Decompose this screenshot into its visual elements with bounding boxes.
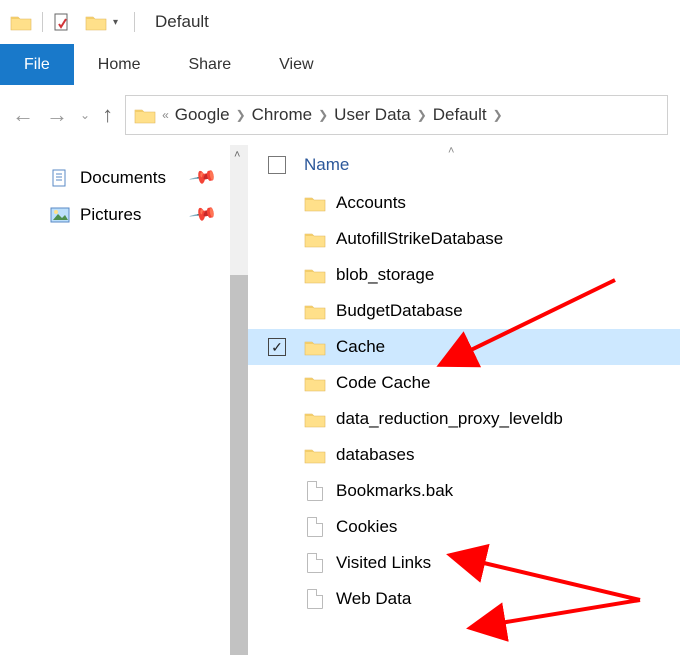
chevron-right-icon[interactable]: ❯ <box>493 108 503 122</box>
scroll-up-icon[interactable]: ˄ <box>234 149 240 161</box>
file-icon <box>304 589 326 609</box>
up-icon[interactable]: ↑ <box>102 102 113 128</box>
folder-icon <box>304 266 326 284</box>
main-area: Documents 📌 Pictures 📌 ˄ Name ˄ Accounts… <box>0 145 680 651</box>
file-row[interactable]: Cookies <box>248 509 680 545</box>
pictures-icon <box>50 206 70 224</box>
folder-icon <box>304 302 326 320</box>
folder-icon <box>134 106 156 124</box>
sidebar-item-label: Documents <box>80 168 166 188</box>
column-header-row: Name ˄ <box>248 145 680 185</box>
file-row[interactable]: Bookmarks.bak <box>248 473 680 509</box>
chevron-right-icon[interactable]: ❯ <box>417 108 427 122</box>
documents-icon <box>50 169 70 187</box>
select-all-checkbox[interactable] <box>268 156 286 174</box>
pin-icon[interactable]: 📌 <box>188 162 218 192</box>
folder-icon <box>304 338 326 356</box>
folder-icon <box>304 230 326 248</box>
sidebar-item-label: Pictures <box>80 205 141 225</box>
breadcrumb[interactable]: User Data <box>334 105 411 125</box>
tab-file[interactable]: File <box>0 44 74 85</box>
file-name: databases <box>336 445 414 465</box>
chevron-right-icon[interactable]: « <box>162 108 169 122</box>
address-bar[interactable]: « Google ❯ Chrome ❯ User Data ❯ Default … <box>125 95 668 135</box>
sidebar-item-pictures[interactable]: Pictures 📌 <box>0 196 230 233</box>
folder-icon[interactable] <box>85 13 107 31</box>
folder-icon <box>10 13 32 31</box>
pin-icon[interactable]: 📌 <box>188 199 218 229</box>
chevron-right-icon[interactable]: ❯ <box>236 108 246 122</box>
back-icon[interactable]: ← <box>12 102 34 128</box>
file-name: data_reduction_proxy_leveldb <box>336 409 563 429</box>
file-name: Web Data <box>336 589 411 609</box>
chevron-down-icon[interactable]: ▾ <box>113 17 118 28</box>
folder-icon <box>304 374 326 392</box>
file-row[interactable]: Cache <box>248 329 680 365</box>
sidebar-scrollbar[interactable]: ˄ <box>230 145 248 651</box>
recent-locations-icon[interactable]: ⌄ <box>80 108 90 122</box>
tab-home[interactable]: Home <box>74 44 165 85</box>
properties-icon[interactable] <box>53 13 71 31</box>
file-name: AutofillStrikeDatabase <box>336 229 503 249</box>
file-icon <box>304 553 326 573</box>
folder-icon <box>304 194 326 212</box>
folder-icon <box>304 446 326 464</box>
file-row[interactable]: databases <box>248 437 680 473</box>
file-row[interactable]: AutofillStrikeDatabase <box>248 221 680 257</box>
file-name: Accounts <box>336 193 406 213</box>
file-name: blob_storage <box>336 265 434 285</box>
file-row[interactable]: data_reduction_proxy_leveldb <box>248 401 680 437</box>
navigation-pane: Documents 📌 Pictures 📌 <box>0 145 230 651</box>
file-listing: Name ˄ Accounts AutofillStrikeDatabase blo… <box>248 145 680 651</box>
tab-view[interactable]: View <box>255 44 337 85</box>
separator <box>134 12 135 32</box>
breadcrumb[interactable]: Default <box>433 105 487 125</box>
ribbon-tabs: File Home Share View <box>0 44 680 85</box>
scrollbar-thumb[interactable] <box>230 275 248 655</box>
file-row[interactable]: blob_storage <box>248 257 680 293</box>
file-row[interactable]: Accounts <box>248 185 680 221</box>
tab-share[interactable]: Share <box>164 44 255 85</box>
breadcrumb[interactable]: Google <box>175 105 230 125</box>
file-name: Bookmarks.bak <box>336 481 453 501</box>
file-name: Cache <box>336 337 385 357</box>
folder-icon <box>304 410 326 428</box>
sidebar-item-documents[interactable]: Documents 📌 <box>0 159 230 196</box>
row-checkbox[interactable] <box>268 338 286 356</box>
file-name: BudgetDatabase <box>336 301 463 321</box>
file-name: Code Cache <box>336 373 431 393</box>
forward-icon[interactable]: → <box>46 102 68 128</box>
sort-indicator-icon: ˄ <box>448 145 454 157</box>
breadcrumb[interactable]: Chrome <box>252 105 312 125</box>
file-name: Visited Links <box>336 553 431 573</box>
file-row[interactable]: Code Cache <box>248 365 680 401</box>
file-icon <box>304 517 326 537</box>
navigation-toolbar: ← → ⌄ ↑ « Google ❯ Chrome ❯ User Data ❯ … <box>0 85 680 145</box>
file-row[interactable]: Visited Links <box>248 545 680 581</box>
column-header-name[interactable]: Name <box>304 155 349 175</box>
file-name: Cookies <box>336 517 397 537</box>
chevron-right-icon[interactable]: ❯ <box>318 108 328 122</box>
separator <box>42 12 43 32</box>
titlebar: ▾ Default <box>0 0 680 44</box>
file-icon <box>304 481 326 501</box>
file-row[interactable]: BudgetDatabase <box>248 293 680 329</box>
window-title: Default <box>155 12 209 32</box>
file-row[interactable]: Web Data <box>248 581 680 617</box>
